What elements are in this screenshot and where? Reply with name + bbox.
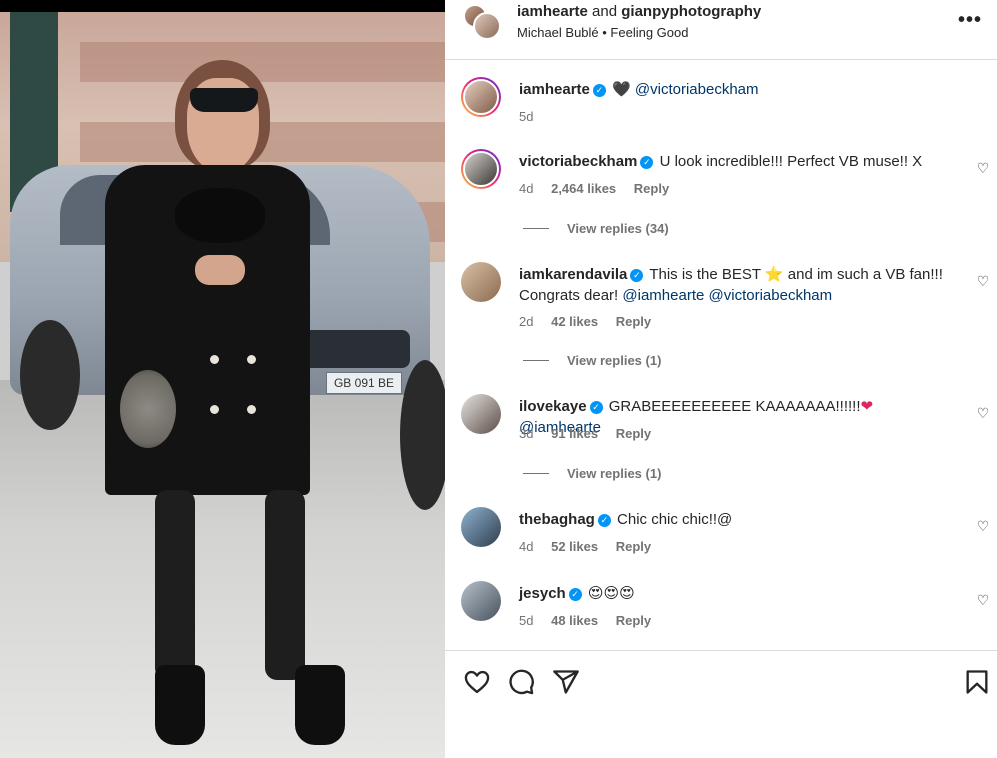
post-header: iamhearte and gianpyphotography Michael … bbox=[445, 0, 997, 60]
comment-like-icon[interactable]: ♡ bbox=[975, 160, 991, 176]
comment-time[interactable]: 2d bbox=[519, 314, 533, 329]
round-handbag bbox=[120, 370, 176, 448]
comment-reply-button[interactable]: Reply bbox=[634, 181, 669, 196]
caption-avatar[interactable] bbox=[461, 77, 501, 117]
comment-meta: 3d 91 likes Reply bbox=[519, 426, 665, 442]
comment-meta: 4d 2,464 likes Reply bbox=[519, 181, 683, 197]
comment-reply-button[interactable]: Reply bbox=[616, 426, 651, 441]
comment-text: This is the BEST bbox=[649, 266, 761, 283]
and-text: and bbox=[592, 3, 618, 20]
black-heart-emoji: 🖤 bbox=[612, 80, 631, 98]
audio-track-link[interactable]: Michael Bublé • Feeling Good bbox=[517, 25, 688, 41]
caption: iamhearte ✓ 🖤 @victoriabeckham bbox=[519, 79, 959, 100]
post-side-panel: iamhearte and gianpyphotography Michael … bbox=[445, 0, 997, 758]
comment-text: Chic chic chic!!@ bbox=[617, 511, 733, 528]
post-action-bar bbox=[445, 650, 997, 758]
caption-time[interactable]: 5d bbox=[519, 109, 533, 124]
comment-username[interactable]: ilovekaye bbox=[519, 398, 587, 415]
comment-likes[interactable]: 52 likes bbox=[551, 539, 598, 554]
red-heart-emoji: ❤ bbox=[860, 397, 874, 415]
comment-avatar[interactable] bbox=[461, 149, 501, 189]
photo-top-edge bbox=[0, 0, 445, 12]
sunglasses bbox=[190, 88, 258, 112]
comment-likes[interactable]: 2,464 likes bbox=[551, 181, 616, 196]
author-username[interactable]: iamhearte bbox=[517, 3, 588, 20]
verified-badge-icon: ✓ bbox=[640, 156, 654, 169]
caption-meta: 5d bbox=[519, 109, 547, 125]
star-emoji: ⭐ bbox=[764, 265, 784, 283]
post-photo[interactable]: GB 091 BE bbox=[0, 0, 445, 758]
photo-subject bbox=[105, 60, 345, 758]
post-authors: iamhearte and gianpyphotography bbox=[517, 3, 761, 21]
verified-badge-icon: ✓ bbox=[630, 269, 644, 282]
comment-reply-button[interactable]: Reply bbox=[616, 539, 651, 554]
comment-text: U look incredible!!! Perfect VB muse!! X bbox=[659, 153, 923, 170]
comment-mention[interactable]: @victoriabeckham bbox=[709, 287, 833, 304]
comment-likes[interactable]: 42 likes bbox=[551, 314, 598, 329]
comment-mention[interactable]: @iamhearte bbox=[622, 287, 704, 304]
heart-eyes-emoji: 😍😍😍 bbox=[587, 584, 635, 602]
comment-icon[interactable] bbox=[507, 668, 535, 696]
comment-likes[interactable]: 48 likes bbox=[551, 613, 598, 628]
view-replies-button[interactable]: View replies (1) bbox=[523, 353, 661, 369]
verified-badge-icon: ✓ bbox=[568, 588, 582, 601]
comment-avatar[interactable] bbox=[461, 262, 501, 302]
caption-username[interactable]: iamhearte bbox=[519, 81, 590, 98]
bookmark-icon[interactable] bbox=[963, 668, 991, 696]
comment-time[interactable]: 4d bbox=[519, 539, 533, 554]
heart-icon[interactable] bbox=[463, 668, 491, 696]
view-replies-button[interactable]: View replies (34) bbox=[523, 221, 669, 237]
comment-reply-button[interactable]: Reply bbox=[616, 314, 651, 329]
verified-badge-icon: ✓ bbox=[589, 401, 603, 414]
comment: jesych ✓ 😍😍😍 bbox=[519, 583, 959, 604]
collaborator-avatar[interactable] bbox=[473, 12, 501, 40]
comment-avatar[interactable] bbox=[461, 394, 501, 434]
comment-time[interactable]: 4d bbox=[519, 181, 533, 196]
comment-like-icon[interactable]: ♡ bbox=[975, 518, 991, 534]
comment-avatar[interactable] bbox=[461, 507, 501, 547]
caption-mention[interactable]: @victoriabeckham bbox=[635, 81, 759, 98]
comment-meta: 4d 52 likes Reply bbox=[519, 539, 665, 555]
comment-username[interactable]: jesych bbox=[519, 585, 566, 602]
comment-like-icon[interactable]: ♡ bbox=[975, 405, 991, 421]
comment-meta: 2d 42 likes Reply bbox=[519, 314, 665, 330]
comment-time[interactable]: 3d bbox=[519, 426, 533, 441]
comment-avatar[interactable] bbox=[461, 581, 501, 621]
comment-text: GRABEEEEEEEEEE KAAAAAAA!!!!!! bbox=[608, 398, 861, 415]
view-replies-button[interactable]: View replies (1) bbox=[523, 466, 661, 482]
share-icon[interactable] bbox=[552, 668, 580, 696]
comment-reply-button[interactable]: Reply bbox=[616, 613, 651, 628]
comment-like-icon[interactable]: ♡ bbox=[975, 592, 991, 608]
comment-username[interactable]: victoriabeckham bbox=[519, 153, 637, 170]
comment: thebaghag ✓ Chic chic chic!!@ bbox=[519, 509, 959, 530]
comment-username[interactable]: iamkarendavila bbox=[519, 266, 627, 283]
comment: iamkarendavila ✓ This is the BEST ⭐ and i… bbox=[519, 264, 959, 306]
verified-badge-icon: ✓ bbox=[592, 84, 606, 97]
comment-meta: 5d 48 likes Reply bbox=[519, 613, 665, 629]
comment-time[interactable]: 5d bbox=[519, 613, 533, 628]
more-options-icon[interactable]: ••• bbox=[957, 10, 983, 30]
comment: victoriabeckham ✓ U look incredible!!! Pe… bbox=[519, 151, 959, 172]
collaborator-username[interactable]: gianpyphotography bbox=[621, 3, 761, 20]
comment-like-icon[interactable]: ♡ bbox=[975, 273, 991, 289]
verified-badge-icon: ✓ bbox=[597, 514, 611, 527]
comment-likes[interactable]: 91 likes bbox=[551, 426, 598, 441]
comment-username[interactable]: thebaghag bbox=[519, 511, 595, 528]
comments-list: iamhearte ✓ 🖤 @victoriabeckham 5d victori… bbox=[445, 61, 997, 649]
